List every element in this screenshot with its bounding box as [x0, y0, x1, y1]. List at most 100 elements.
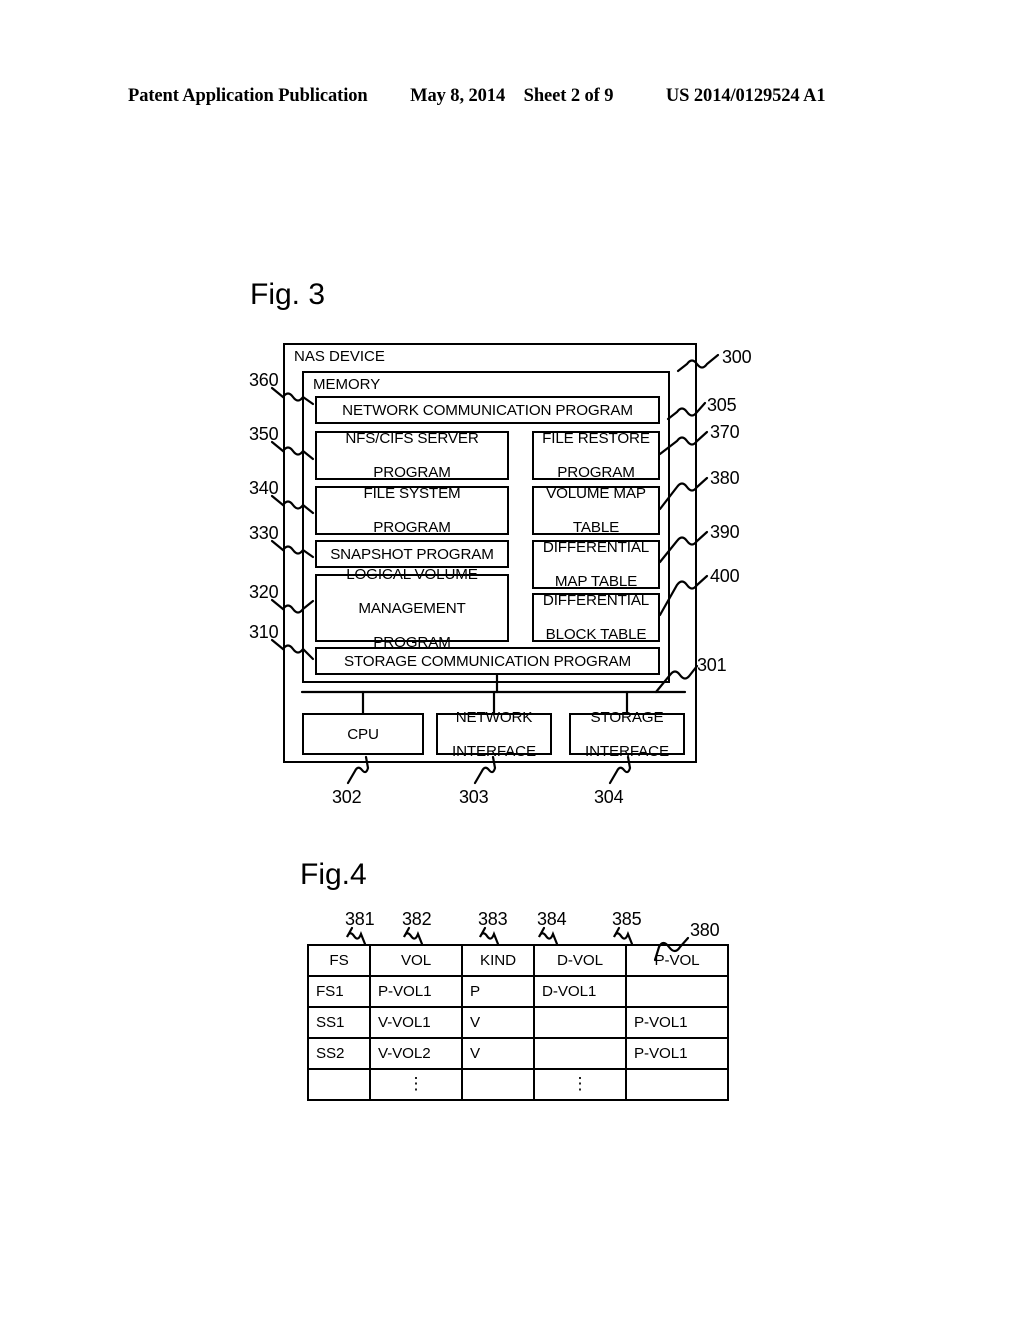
lvm-line2: MANAGEMENT	[358, 599, 466, 617]
network-communication-program-label: NETWORK COMMUNICATION PROGRAM	[342, 401, 633, 419]
cpu-box: CPU	[302, 713, 424, 755]
differential-block-table-box: DIFFERENTIAL BLOCK TABLE	[532, 592, 660, 643]
ref-390: 390	[710, 522, 740, 542]
cell-kind: V	[461, 1037, 535, 1070]
volume-map-table: FS VOL KIND D-VOL P-VOL FS1 P-VOL1 P D-V…	[307, 944, 729, 1101]
header-patent-number: US 2014/0129524 A1	[665, 86, 826, 106]
file-system-program-box: FILE SYSTEM PROGRAM	[315, 485, 509, 536]
storage-interface-line2: INTERFACE	[585, 742, 669, 760]
page-header: Patent Application Publication May 8, 20…	[128, 86, 896, 112]
figure-4-label: Fig.4	[300, 858, 367, 891]
cell-kind-empty	[461, 1068, 535, 1101]
ref-301: 301	[697, 655, 727, 675]
network-communication-program-box: NETWORK COMMUNICATION PROGRAM	[315, 396, 660, 424]
differential-map-table-box: DIFFERENTIAL MAP TABLE	[532, 539, 660, 590]
ref-400: 400	[710, 566, 740, 586]
leader-383	[478, 926, 500, 946]
storage-communication-program-label: STORAGE COMMUNICATION PROGRAM	[343, 652, 632, 670]
cell-dvol	[533, 1037, 627, 1070]
file-system-line1: FILE SYSTEM	[363, 485, 461, 502]
storage-interface-line1: STORAGE	[590, 708, 664, 726]
ref-310: 310	[249, 622, 279, 642]
ref-380: 380	[710, 468, 740, 488]
volume-map-line2: TABLE	[572, 519, 620, 536]
column-header-pvol: P-VOL	[625, 944, 729, 977]
storage-communication-program-box: STORAGE COMMUNICATION PROGRAM	[315, 647, 660, 675]
nfs-cifs-server-program-box: NFS/CIFS SERVER PROGRAM	[315, 430, 509, 481]
file-restore-program-box: FILE RESTORE PROGRAM	[532, 430, 660, 481]
header-date: May 8, 2014	[410, 86, 506, 106]
network-interface-line2: INTERFACE	[452, 742, 536, 760]
snapshot-program-box: SNAPSHOT PROGRAM	[315, 540, 509, 568]
diff-block-line2: BLOCK TABLE	[545, 626, 647, 643]
ref-380-table: 380	[690, 920, 720, 940]
cell-dvol	[533, 1006, 627, 1039]
cell-vol-ellipsis: ⋮	[407, 1074, 425, 1093]
network-interface-box: NETWORK INTERFACE	[436, 709, 552, 760]
ref-350: 350	[249, 424, 279, 444]
cell-pvol	[625, 975, 729, 1008]
table-header-row: FS VOL KIND D-VOL P-VOL	[307, 944, 729, 977]
ref-385: 385	[612, 909, 642, 929]
ref-320: 320	[249, 582, 279, 602]
table-row: FS1 P-VOL1 P D-VOL1	[307, 975, 729, 1008]
table-row-ellipsis: ⋮ ⋮	[307, 1068, 729, 1101]
table-row: SS2 V-VOL2 V P-VOL1	[307, 1037, 729, 1070]
cell-kind: P	[461, 975, 535, 1008]
nas-device-title: NAS DEVICE	[294, 348, 385, 365]
column-header-kind: KIND	[461, 944, 535, 977]
cell-vol: V-VOL1	[369, 1006, 463, 1039]
ref-304: 304	[594, 787, 624, 807]
file-system-line2: PROGRAM	[373, 519, 451, 536]
cell-kind: V	[461, 1006, 535, 1039]
diff-map-line1: DIFFERENTIAL	[542, 539, 650, 556]
figure-3-label: Fig. 3	[250, 278, 326, 311]
volume-map-line1: VOLUME MAP	[546, 485, 646, 502]
cpu-label: CPU	[347, 725, 379, 743]
volume-map-table-box: VOLUME MAP TABLE	[532, 485, 660, 536]
header-sheet: Sheet 2 of 9	[523, 86, 614, 106]
ref-360: 360	[249, 370, 279, 390]
diff-map-line2: MAP TABLE	[554, 573, 638, 590]
ref-382: 382	[402, 909, 432, 929]
ref-305: 305	[707, 395, 737, 415]
cell-pvol: P-VOL1	[625, 1006, 729, 1039]
column-header-vol: VOL	[369, 944, 463, 977]
ref-384: 384	[537, 909, 567, 929]
ref-303: 303	[459, 787, 489, 807]
header-publication: Patent Application Publication	[128, 86, 368, 106]
ref-330: 330	[249, 523, 279, 543]
ref-381: 381	[345, 909, 375, 929]
diff-block-line1: DIFFERENTIAL	[542, 592, 650, 609]
cell-pvol: P-VOL1	[625, 1037, 729, 1070]
cell-fs: SS1	[307, 1006, 371, 1039]
ref-370: 370	[710, 422, 740, 442]
network-interface-line1: NETWORK	[455, 708, 533, 726]
snapshot-program-label: SNAPSHOT PROGRAM	[330, 545, 494, 563]
cell-dvol-ellipsis: ⋮	[571, 1074, 589, 1093]
cell-dvol: D-VOL1	[533, 975, 627, 1008]
file-restore-line2: PROGRAM	[557, 464, 635, 481]
leader-381	[345, 926, 367, 946]
ref-302: 302	[332, 787, 362, 807]
leader-382	[402, 926, 424, 946]
ref-300: 300	[722, 347, 752, 367]
column-header-dvol: D-VOL	[533, 944, 627, 977]
cell-fs: FS1	[307, 975, 371, 1008]
cell-vol: V-VOL2	[369, 1037, 463, 1070]
leader-384	[537, 926, 559, 946]
nfs-cifs-line1: NFS/CIFS SERVER	[345, 430, 479, 447]
table-row: SS1 V-VOL1 V P-VOL1	[307, 1006, 729, 1039]
cell-fs-empty	[307, 1068, 371, 1101]
logical-volume-management-program-box: LOGICAL VOLUME MANAGEMENT PROGRAM	[315, 566, 509, 651]
file-restore-line1: FILE RESTORE	[542, 430, 650, 447]
lvm-line1: LOGICAL VOLUME	[346, 565, 478, 583]
ref-383: 383	[478, 909, 508, 929]
cell-pvol-empty	[625, 1068, 729, 1101]
memory-title: MEMORY	[313, 376, 381, 393]
cell-vol: P-VOL1	[369, 975, 463, 1008]
nfs-cifs-line2: PROGRAM	[373, 464, 451, 481]
ref-340: 340	[249, 478, 279, 498]
storage-interface-box: STORAGE INTERFACE	[569, 709, 685, 760]
leader-385	[612, 926, 634, 946]
